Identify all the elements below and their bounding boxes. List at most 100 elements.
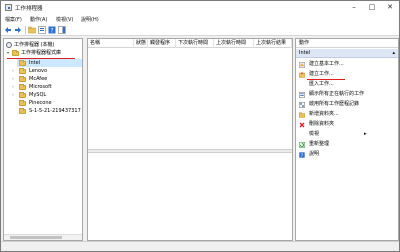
action-view[interactable]: 檢視 ▸ — [296, 130, 398, 139]
title-bar: 工作排程器 – □ ✕ — [1, 1, 399, 14]
column-name[interactable]: 名稱 — [88, 39, 134, 48]
tree-item-pinecone[interactable]: Pinecone — [4, 99, 82, 107]
column-status[interactable]: 狀態 — [134, 39, 148, 48]
expand-arrow-icon[interactable]: › — [11, 91, 15, 99]
tree-item-label: McAfee — [29, 76, 48, 82]
menu-help[interactable]: 說明(H) — [81, 16, 99, 23]
maximize-button[interactable]: □ — [363, 1, 381, 13]
column-next-run[interactable]: 下次執行時間 — [176, 39, 214, 48]
action-label: 建立工作... — [309, 71, 334, 77]
tree-item-sid[interactable]: S-1-5-21-219437317 — [4, 107, 82, 115]
actions-section-label: Intel — [299, 50, 311, 56]
collapse-arrow-icon[interactable]: ▴ — [392, 49, 395, 58]
running-tasks-icon — [299, 92, 305, 98]
folder-icon — [19, 100, 26, 106]
library-folder-icon — [12, 50, 19, 56]
column-triggers[interactable]: 觸發程序 — [148, 39, 176, 48]
action-import-task[interactable]: 匯入工作... — [296, 80, 398, 89]
toolbar-separator — [25, 26, 26, 34]
actions-section-intel[interactable]: Intel ▴ — [296, 49, 398, 58]
action-display-running-tasks[interactable]: 顯示所有正在執行的工作 — [296, 90, 398, 99]
actions-pane: 動作 Intel ▴ 建立基本工作... 建立工作... 匯入工作... 顯示所… — [295, 38, 399, 241]
toolbar: ? — [1, 24, 399, 36]
status-bar — [1, 241, 399, 251]
folder-icon — [19, 60, 26, 66]
tree-item-label: MySQL — [29, 92, 47, 98]
show-hide-panel-icon[interactable] — [58, 26, 66, 34]
refresh-icon — [299, 142, 305, 148]
tree-item-label: Intel — [29, 60, 41, 66]
tree-horizontal-scrollbar[interactable] — [4, 234, 82, 240]
tree-item-microsoft[interactable]: › Microsoft — [4, 83, 82, 91]
tree-root-row[interactable]: 工作排程器 (本機) — [4, 41, 82, 49]
menu-action[interactable]: 動作(A) — [30, 16, 47, 23]
task-list-pane: 名稱 狀態 觸發程序 下次執行時間 上次執行時間 上次執行結果 — [87, 38, 293, 241]
action-delete-folder[interactable]: 刪除資料夾 — [296, 120, 398, 129]
column-header-row: 名稱 狀態 觸發程序 下次執行時間 上次執行時間 上次執行結果 — [88, 39, 292, 48]
close-button[interactable]: ✕ — [381, 1, 399, 13]
action-label: 建立基本工作... — [309, 61, 344, 67]
window-title: 工作排程器 — [15, 6, 43, 12]
submenu-arrow-icon: ▸ — [364, 131, 367, 137]
action-create-basic-task[interactable]: 建立基本工作... — [296, 60, 398, 69]
action-create-task[interactable]: 建立工作... — [296, 70, 398, 79]
folder-icon — [19, 68, 26, 74]
action-label: 啟用所有工作歷程記錄 — [309, 101, 360, 107]
action-label: 顯示所有正在執行的工作 — [309, 91, 365, 97]
action-label: 匯入工作... — [309, 81, 334, 87]
svg-text:?: ? — [50, 27, 53, 34]
action-new-folder[interactable]: 新增資料夾... — [296, 110, 398, 119]
folder-icon — [19, 84, 26, 90]
action-label: 新增資料夾... — [309, 111, 339, 117]
tree-item-intel[interactable]: Intel — [17, 59, 82, 67]
help-icon[interactable]: ? — [48, 26, 56, 34]
tree-library-label: 工作排程器程式庫 — [21, 50, 62, 56]
menu-view[interactable]: 檢視(V) — [56, 16, 73, 23]
collapse-arrow-icon[interactable]: ▾ — [6, 49, 10, 57]
folder-icon — [19, 76, 26, 82]
tree-item-lenovo[interactable]: › Lenovo — [4, 67, 82, 75]
back-icon[interactable] — [4, 26, 12, 34]
folder-icon[interactable] — [28, 26, 36, 34]
tree-item-mysql[interactable]: › MySQL — [4, 91, 82, 99]
folder-icon — [19, 108, 26, 114]
tree-pane: 工作排程器 (本機) ▾ 工作排程器程式庫 Intel › Lenovo › M… — [3, 38, 83, 241]
menu-bar: 檔案(F) 動作(A) 檢視(V) 說明(H) — [1, 14, 399, 24]
expand-arrow-icon[interactable]: › — [11, 67, 15, 75]
pane-splitter[interactable] — [88, 149, 292, 153]
action-label: 刪除資料夾 — [309, 121, 335, 127]
folder-icon — [19, 92, 26, 98]
action-help[interactable]: ? 說明 — [296, 150, 398, 159]
tree-root-label: 工作排程器 (本機) — [14, 42, 55, 48]
new-folder-icon — [299, 112, 305, 118]
action-enable-history[interactable]: 啟用所有工作歷程記錄 — [296, 100, 398, 109]
task-scheduler-window: 工作排程器 – □ ✕ 檔案(F) 動作(A) 檢視(V) 說明(H) ? 工作… — [0, 0, 400, 252]
properties-icon[interactable] — [38, 26, 46, 34]
column-last-result[interactable]: 上次執行結果 — [254, 39, 292, 48]
action-refresh[interactable]: 重新整理 — [296, 140, 398, 149]
scrollbar-thumb[interactable] — [10, 236, 62, 239]
expand-arrow-icon[interactable]: › — [11, 83, 15, 91]
create-task-icon — [299, 72, 305, 78]
task-scheduler-app-icon — [5, 4, 12, 11]
tree-item-label: Lenovo — [29, 68, 48, 74]
menu-file[interactable]: 檔案(F) — [5, 16, 22, 23]
help-icon: ? — [299, 152, 305, 159]
forward-icon[interactable] — [14, 26, 22, 34]
action-label: 說明 — [309, 151, 320, 157]
tree-item-label: Microsoft — [29, 84, 52, 90]
clock-icon — [6, 42, 12, 48]
tree-item-label: S-1-5-21-219437317 — [29, 108, 81, 114]
minimize-button[interactable]: – — [345, 1, 363, 13]
column-last-run[interactable]: 上次執行時間 — [214, 39, 254, 48]
action-label: 重新整理 — [309, 141, 330, 147]
expand-arrow-icon[interactable]: › — [11, 75, 15, 83]
history-icon — [299, 102, 305, 108]
actions-pane-title: 動作 — [296, 39, 398, 48]
tree-item-mcafee[interactable]: › McAfee — [4, 75, 82, 83]
action-label: 檢視 — [309, 131, 320, 137]
tree-item-label: Pinecone — [29, 100, 52, 106]
tree-library-row[interactable]: ▾ 工作排程器程式庫 — [4, 49, 82, 57]
delete-icon — [299, 122, 305, 128]
basic-task-icon — [299, 62, 305, 68]
